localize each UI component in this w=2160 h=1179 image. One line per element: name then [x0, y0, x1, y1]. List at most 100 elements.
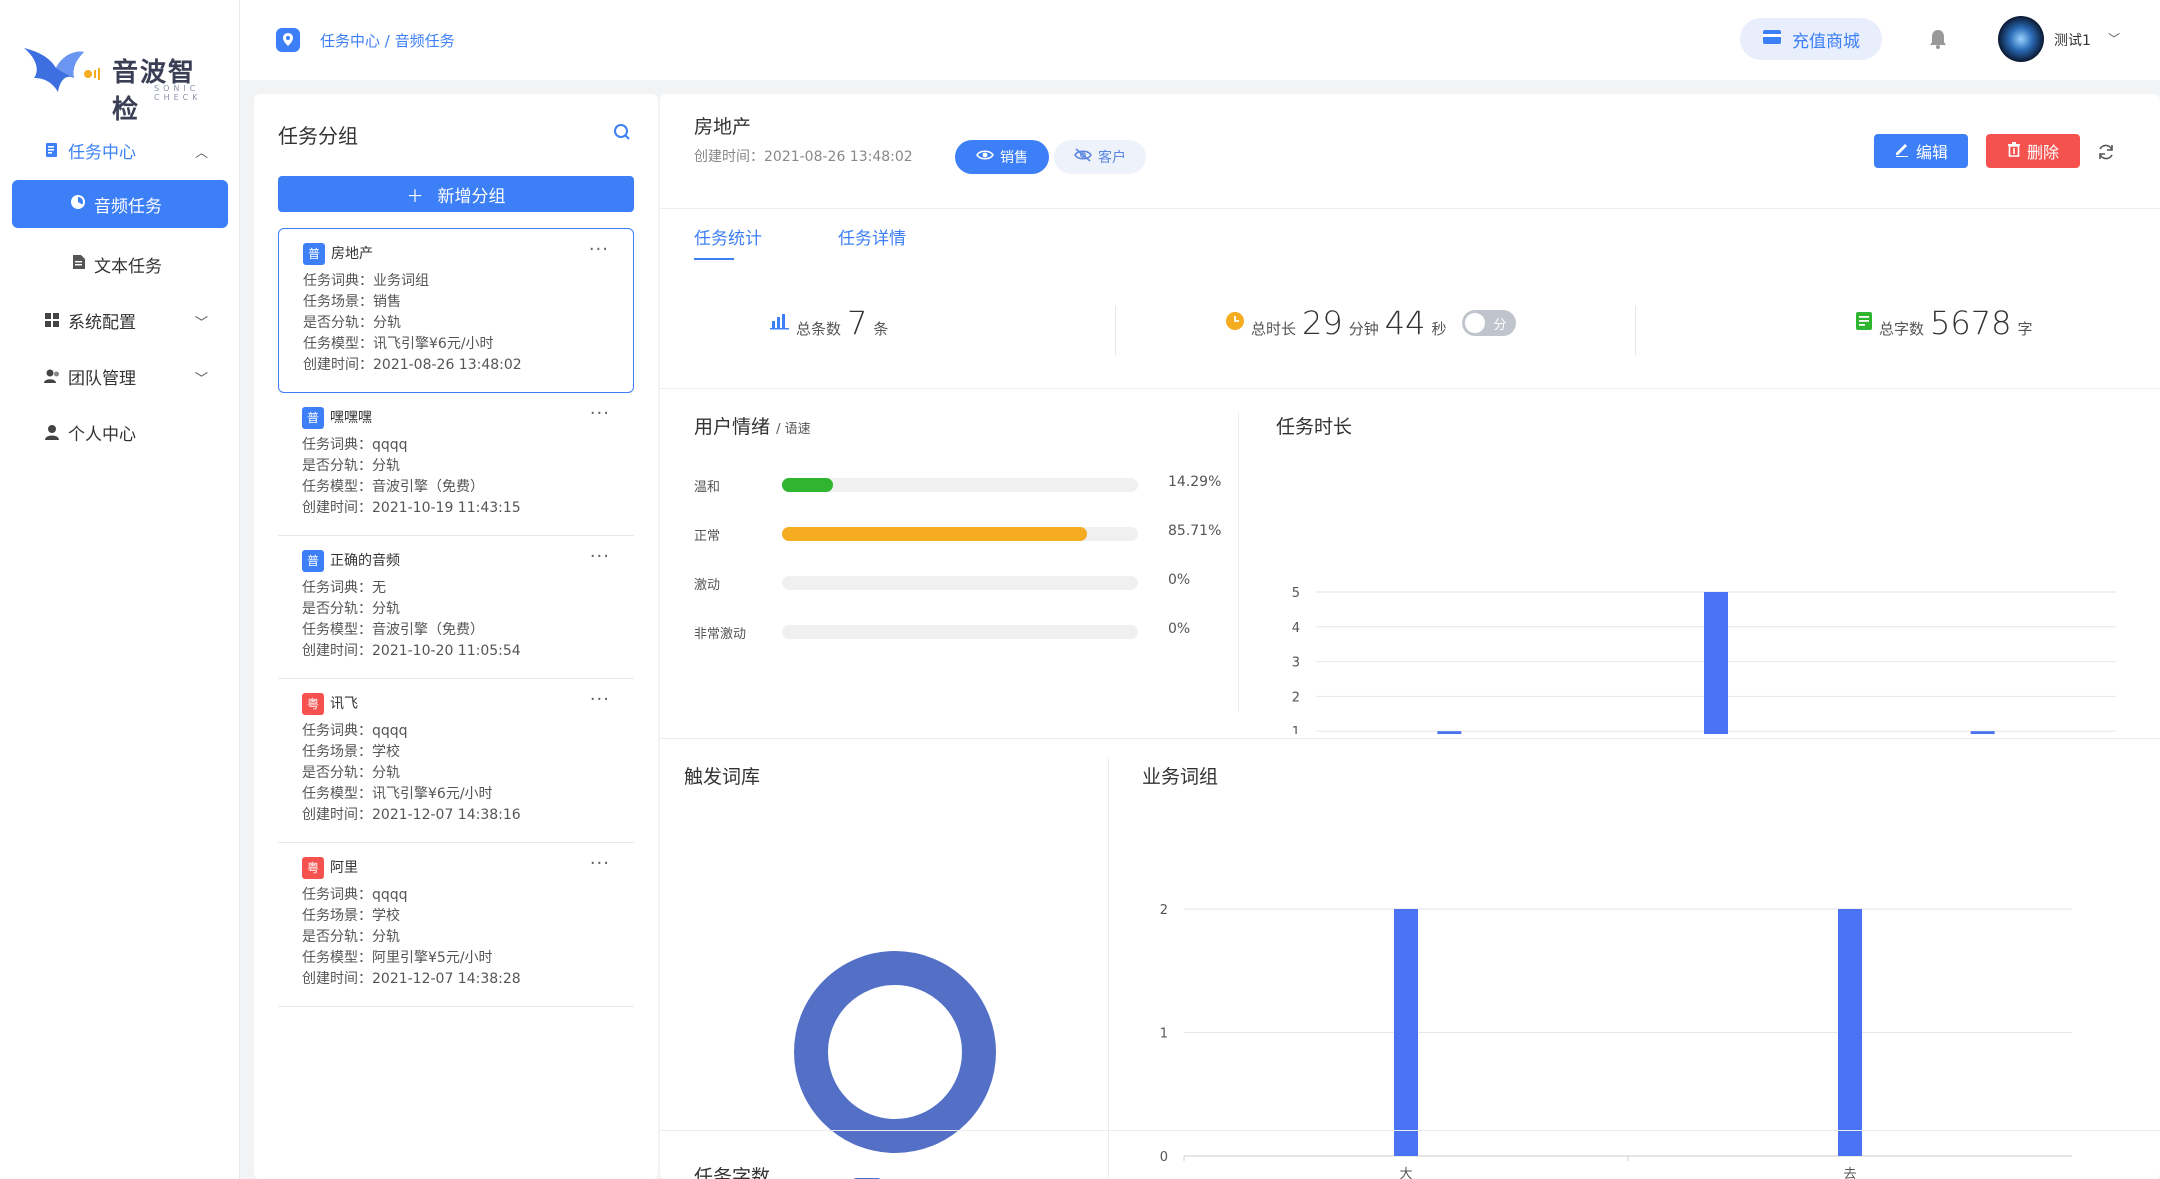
task-icon	[44, 142, 60, 158]
emotion-pct: 0%	[1168, 621, 1191, 637]
tag-client-button[interactable]: 客户	[1054, 140, 1146, 174]
more-icon[interactable]: ···	[590, 689, 610, 710]
x-tick-label: 去	[1843, 1167, 1856, 1179]
bar-chart-icon	[770, 312, 790, 334]
group-line: 创建时间：2021-12-07 14:38:28	[302, 971, 521, 987]
more-icon[interactable]: ···	[590, 403, 610, 424]
group-card[interactable]: 普 正确的音频 任务词典：无 是否分轨：分轨 任务模型：音波引擎（免费） 创建时…	[278, 536, 634, 679]
more-icon[interactable]: ···	[590, 853, 610, 874]
group-line: 任务模型：阿里引擎¥5元/小时	[302, 950, 493, 966]
sidebar-item-label: 个人中心	[68, 424, 136, 445]
task-created-time: 创建时间：2021-08-26 13:48:02	[694, 149, 913, 165]
language-tag: 粤	[302, 857, 324, 879]
group-name: 嘿嘿嘿	[330, 409, 372, 426]
tag-sales-label: 销售	[1000, 150, 1028, 166]
user-name[interactable]: 测试1	[2054, 30, 2091, 50]
edit-label: 编辑	[1915, 143, 1948, 162]
delete-button[interactable]: 删除	[1986, 134, 2080, 168]
delete-label: 删除	[2026, 143, 2059, 162]
bar	[1437, 731, 1462, 734]
group-card-head: 粤 阿里	[302, 857, 610, 879]
group-line: 任务模型：音波引擎（免费）	[302, 622, 484, 638]
stat-count-label: 总条数	[796, 320, 842, 338]
group-line: 任务场景：销售	[303, 294, 401, 310]
brand-subtitle: SONIC CHECK	[154, 84, 202, 102]
bar	[1394, 909, 1418, 1156]
language-tag: 粤	[302, 693, 324, 715]
divider	[660, 388, 2160, 389]
tab-underline	[694, 258, 734, 260]
edit-button[interactable]: 编辑	[1874, 134, 1968, 168]
sidebar-item-personal[interactable]: 个人中心	[0, 404, 240, 460]
emotion-fill	[782, 527, 1088, 541]
more-icon[interactable]: ···	[590, 546, 610, 567]
sidebar-item-text-task[interactable]: 文本任务	[0, 236, 240, 292]
document-icon	[1855, 311, 1873, 335]
group-line: 任务场景：学校	[302, 744, 400, 760]
grid-icon	[44, 312, 60, 328]
toggle-label: 分	[1493, 318, 1507, 333]
emotion-title: 用户情绪 / 语速	[694, 412, 811, 439]
unit-toggle[interactable]: 分	[1462, 310, 1517, 336]
group-line: 任务词典：qqqq	[302, 887, 408, 903]
chevron-down-icon[interactable]: ﹀	[2108, 30, 2120, 47]
group-card[interactable]: 普 嘿嘿嘿 任务词典：qqqq 是否分轨：分轨 任务模型：音波引擎（免费） 创建…	[278, 393, 634, 536]
eye-off-icon	[1074, 148, 1092, 166]
bar	[1970, 731, 1995, 734]
emotion-row: 非常激动 0%	[694, 619, 1254, 643]
breadcrumb[interactable]: 任务中心 / 音频任务	[320, 30, 455, 51]
emotion-fill	[782, 478, 833, 492]
tab-statistics[interactable]: 任务统计	[694, 224, 762, 249]
add-group-button[interactable]: ＋ 新增分组	[278, 176, 634, 212]
task-title: 房地产	[694, 116, 752, 138]
avatar[interactable]	[1998, 16, 2044, 62]
word-group-title: 业务词组	[1142, 766, 1219, 788]
sidebar-item-label: 团队管理	[68, 368, 136, 389]
emotion-name: 正常	[694, 529, 721, 544]
sidebar-item-audio-task[interactable]: 音频任务	[12, 180, 228, 228]
tag-sales-button[interactable]: 销售	[955, 140, 1049, 174]
trash-icon	[2007, 141, 2021, 161]
group-line: 是否分轨：分轨	[302, 765, 400, 781]
sidebar-item-system-config[interactable]: 系统配置 ﹀	[0, 292, 240, 348]
group-line: 是否分轨：分轨	[302, 458, 400, 474]
emotion-name: 温和	[694, 480, 721, 495]
group-card[interactable]: 粤 阿里 任务词典：qqqq 任务场景：学校 是否分轨：分轨 任务模型：阿里引擎…	[278, 843, 634, 1007]
brand-logo[interactable]: 音波智检 SONIC CHECK	[22, 38, 222, 125]
y-tick-label: 1	[1160, 1027, 1168, 1042]
bell-icon[interactable]	[1928, 28, 1948, 50]
language-tag: 普	[302, 407, 324, 429]
group-line: 任务模型：讯飞引擎¥6元/小时	[303, 336, 494, 352]
group-card-head: 普 正确的音频	[302, 550, 610, 572]
more-icon[interactable]: ···	[589, 239, 609, 260]
emotion-row: 激动 0%	[694, 570, 1254, 594]
group-list: 普 房地产 任务词典：业务词组 任务场景：销售 是否分轨：分轨 任务模型：讯飞引…	[278, 228, 634, 1007]
emotion-pct: 85.71%	[1168, 523, 1222, 539]
divider	[660, 208, 2160, 209]
group-line: 任务词典：qqqq	[302, 437, 408, 453]
sidebar-item-task-center[interactable]: 任务中心 ︿	[0, 122, 240, 178]
group-card[interactable]: 普 房地产 任务词典：业务词组 任务场景：销售 是否分轨：分轨 任务模型：讯飞引…	[278, 228, 634, 393]
add-group-label: 新增分组	[437, 186, 506, 207]
word-group-bar-chart: 0 1 2 大 去	[1160, 903, 2072, 1179]
group-card[interactable]: 粤 讯飞 任务词典：qqqq 任务场景：学校 是否分轨：分轨 任务模型：讯飞引擎…	[278, 679, 634, 843]
location-icon	[276, 28, 300, 52]
bat-logo-icon	[24, 48, 100, 92]
recharge-button[interactable]: 充值商城	[1740, 18, 1882, 60]
tab-details[interactable]: 任务详情	[838, 224, 906, 249]
sidebar-item-team[interactable]: 团队管理 ﹀	[0, 348, 240, 404]
chevron-down-icon: ﹀	[194, 372, 208, 387]
audio-icon	[70, 194, 86, 215]
donut-slice	[794, 951, 996, 1153]
y-tick-label: 1	[1292, 725, 1300, 734]
refresh-icon[interactable]	[2096, 142, 2116, 162]
plus-icon: ＋	[406, 186, 424, 207]
group-line: 任务模型：讯飞引擎¥6元/小时	[302, 786, 493, 802]
divider	[1238, 412, 1239, 712]
group-line: 是否分轨：分轨	[303, 315, 401, 331]
emotion-pct: 14.29%	[1168, 474, 1222, 490]
y-tick-label: 0	[1160, 1150, 1168, 1165]
y-tick-label: 3	[1292, 656, 1300, 671]
search-icon[interactable]	[612, 122, 632, 142]
stat-duration-sec-unit: 秒	[1431, 320, 1447, 338]
